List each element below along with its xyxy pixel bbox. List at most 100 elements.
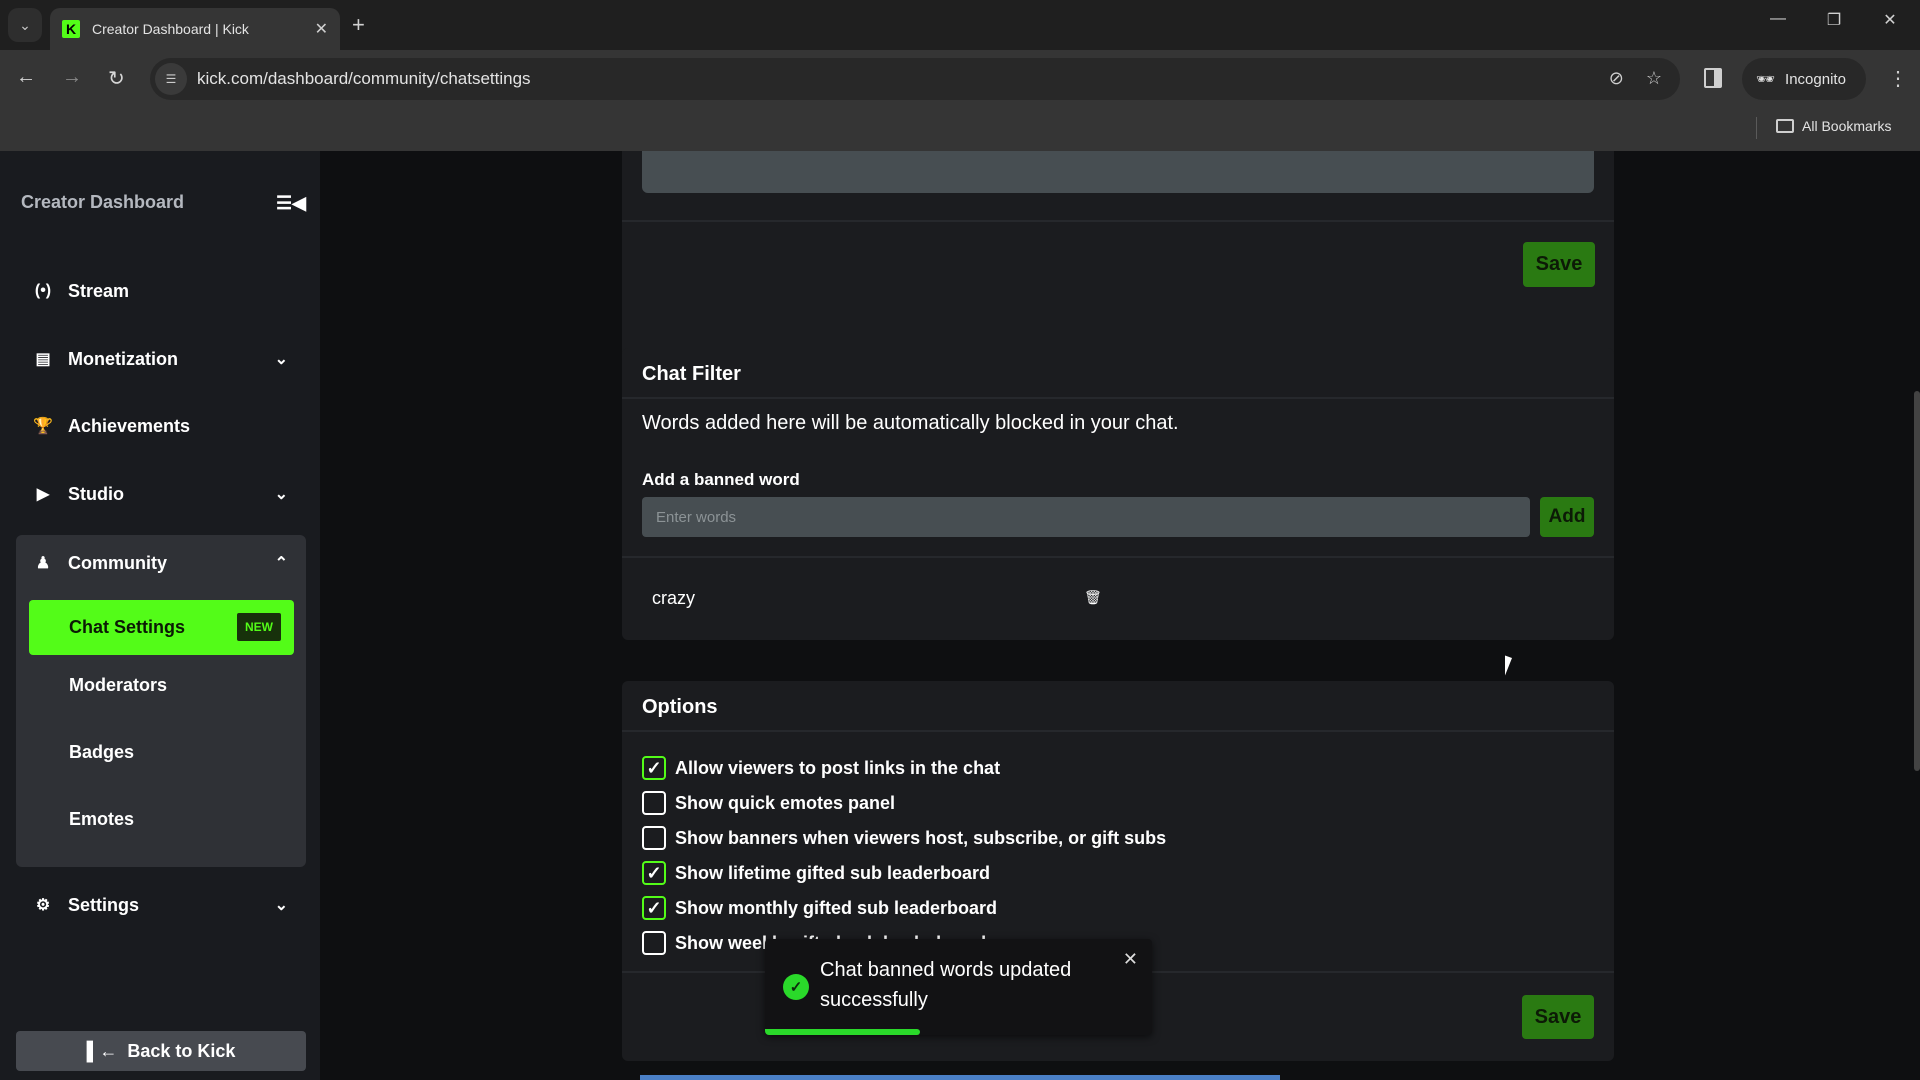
- checkbox-checked[interactable]: ✓: [642, 861, 666, 885]
- sidebar-item-stream[interactable]: (•) Stream: [16, 263, 306, 319]
- browser-tab[interactable]: K Creator Dashboard | Kick ✕: [50, 8, 340, 50]
- checkbox-unchecked[interactable]: [642, 826, 666, 850]
- tab-close-icon[interactable]: ✕: [315, 19, 328, 39]
- trophy-icon: 🏆: [33, 418, 53, 435]
- add-banned-word-button[interactable]: Add: [1540, 497, 1594, 537]
- url-text[interactable]: kick.com/dashboard/community/chatsetting…: [197, 69, 531, 89]
- option-row[interactable]: ✓ Show monthly gifted sub leaderboard: [642, 896, 997, 920]
- all-bookmarks-label: All Bookmarks: [1802, 118, 1892, 134]
- sidebar-item-label: Monetization: [68, 348, 178, 369]
- incognito-icon: 🕶: [1756, 71, 1776, 88]
- community-group: ♟ Community ⌃ Chat Settings NEW Moderato…: [16, 535, 306, 867]
- folder-icon: [1776, 119, 1794, 133]
- chevron-down-icon: ⌄: [19, 16, 31, 33]
- window-close-icon[interactable]: ✕: [1870, 10, 1910, 30]
- sidebar-subitem-emotes[interactable]: Emotes: [69, 809, 134, 830]
- forward-arrow-icon[interactable]: →: [62, 66, 82, 89]
- sidebar-item-achievements[interactable]: 🏆 Achievements: [16, 398, 306, 454]
- bottom-loading-bar: [640, 1075, 1280, 1080]
- sidebar-item-label: Stream: [68, 280, 130, 301]
- tab-search-button[interactable]: ⌄: [8, 8, 42, 42]
- chevron-down-icon: ⌄: [274, 351, 288, 368]
- card-divider: [622, 730, 1614, 732]
- card-divider: [622, 397, 1614, 399]
- sidebar-item-label: Community: [68, 552, 167, 573]
- banned-word-label: Add a banned word: [642, 470, 800, 489]
- new-tab-plus-icon[interactable]: +: [352, 12, 365, 38]
- bookmark-star-icon[interactable]: ☆: [1646, 68, 1662, 89]
- collapse-sidebar-icon[interactable]: ☰◀: [276, 193, 306, 214]
- sidebar-subitem-badges[interactable]: Badges: [69, 742, 134, 763]
- chevron-up-icon: ⌃: [274, 555, 288, 572]
- address-bar[interactable]: ☰ kick.com/dashboard/community/chatsetti…: [150, 58, 1680, 100]
- toast-progress-track: [765, 1029, 1152, 1035]
- option-row[interactable]: Show banners when viewers host, subscrib…: [642, 826, 1166, 850]
- checkbox-checked[interactable]: ✓: [642, 896, 666, 920]
- card-divider: [622, 220, 1614, 222]
- browser-tabstrip: ⌄ K Creator Dashboard | Kick ✕ + — ❐ ✕: [0, 0, 1920, 50]
- checkbox-checked[interactable]: ✓: [642, 756, 666, 780]
- option-row[interactable]: ✓ Show lifetime gifted sub leaderboard: [642, 861, 990, 885]
- tab-title: Creator Dashboard | Kick: [92, 21, 249, 37]
- page: Creator Dashboard ☰◀ (•) Stream ▤ Moneti…: [0, 151, 1920, 1080]
- more-vert-icon[interactable]: ⋮: [1888, 66, 1908, 91]
- browser-toolbar: ← → ↻ ☰ kick.com/dashboard/community/cha…: [0, 50, 1920, 108]
- option-label: Allow viewers to post links in the chat: [675, 757, 1001, 778]
- trash-icon[interactable]: 🗑: [1084, 589, 1102, 606]
- gear-icon: ⚙: [35, 897, 51, 914]
- chat-filter-title: Chat Filter: [642, 363, 741, 385]
- users-icon: ♟: [35, 555, 51, 572]
- sidebar-item-label: Settings: [68, 894, 140, 915]
- subitem-label: Chat Settings: [69, 617, 186, 637]
- options-title: Options: [642, 696, 718, 718]
- sidebar-item-label: Studio: [68, 483, 124, 504]
- sidebar-item-label: Achievements: [68, 415, 191, 436]
- page-scrollbar[interactable]: [1914, 391, 1920, 771]
- toast-progress-fill: [765, 1029, 920, 1035]
- sidebar-subitem-chat-settings[interactable]: Chat Settings NEW: [29, 600, 294, 655]
- card-divider: [622, 556, 1614, 558]
- bookmarks-bar: All Bookmarks: [0, 108, 1920, 151]
- all-bookmarks-button[interactable]: All Bookmarks: [1776, 118, 1891, 134]
- option-label: Show monthly gifted sub leaderboard: [675, 897, 998, 918]
- banned-word-item: crazy: [652, 588, 696, 608]
- sidebar-item-community[interactable]: ♟ Community ⌃: [16, 535, 306, 591]
- site-info-tune-icon[interactable]: ☰: [155, 63, 187, 95]
- sidebar-item-studio[interactable]: ▶ Studio ⌄: [16, 466, 306, 522]
- checkbox-unchecked[interactable]: [642, 931, 666, 955]
- sidebar-item-monetization[interactable]: ▤ Monetization ⌄: [16, 331, 306, 387]
- save-button-top[interactable]: Save: [1523, 242, 1595, 287]
- incognito-profile-button[interactable]: 🕶 Incognito: [1742, 58, 1866, 100]
- video-icon: ▶: [36, 486, 50, 503]
- toast-close-icon[interactable]: ✕: [1123, 949, 1138, 970]
- chart-icon: ▤: [35, 351, 51, 368]
- option-label: Show lifetime gifted sub leaderboard: [675, 862, 991, 883]
- text-area[interactable]: [642, 151, 1594, 193]
- option-label: Show quick emotes panel: [675, 792, 896, 813]
- reload-icon[interactable]: ↻: [108, 66, 125, 91]
- eye-off-icon[interactable]: ⊘: [1609, 68, 1624, 89]
- option-label: Show banners when viewers host, subscrib…: [675, 827, 1167, 848]
- sidebar: Creator Dashboard ☰◀ (•) Stream ▤ Moneti…: [0, 151, 320, 1080]
- broadcast-icon: (•): [34, 282, 52, 299]
- side-panel-icon[interactable]: [1704, 68, 1722, 88]
- checkbox-unchecked[interactable]: [642, 791, 666, 815]
- toast-message: Chat banned words updated successfully: [820, 959, 1072, 1011]
- sidebar-title: Creator Dashboard: [21, 192, 185, 212]
- back-arrow-icon[interactable]: ←: [16, 66, 36, 89]
- sidebar-item-settings[interactable]: ⚙ Settings ⌄: [16, 877, 306, 933]
- exit-icon: ▌←: [86, 1040, 118, 1061]
- banned-word-input[interactable]: [642, 497, 1530, 537]
- chevron-down-icon: ⌄: [274, 897, 288, 914]
- restore-icon[interactable]: ❐: [1814, 10, 1854, 30]
- option-row[interactable]: Show quick emotes panel: [642, 791, 895, 815]
- back-to-kick-button[interactable]: ▌← Back to Kick: [16, 1031, 306, 1071]
- save-options-button[interactable]: Save: [1522, 995, 1594, 1039]
- kick-favicon-icon: K: [62, 20, 80, 38]
- mouse-cursor-icon: [1505, 655, 1519, 681]
- sidebar-subitem-moderators[interactable]: Moderators: [69, 675, 167, 696]
- chat-filter-description: Words added here will be automatically b…: [642, 412, 1179, 434]
- minimize-icon[interactable]: —: [1758, 10, 1798, 28]
- option-row[interactable]: ✓ Allow viewers to post links in the chat: [642, 756, 1000, 780]
- check-circle-icon: ✓: [783, 974, 809, 1000]
